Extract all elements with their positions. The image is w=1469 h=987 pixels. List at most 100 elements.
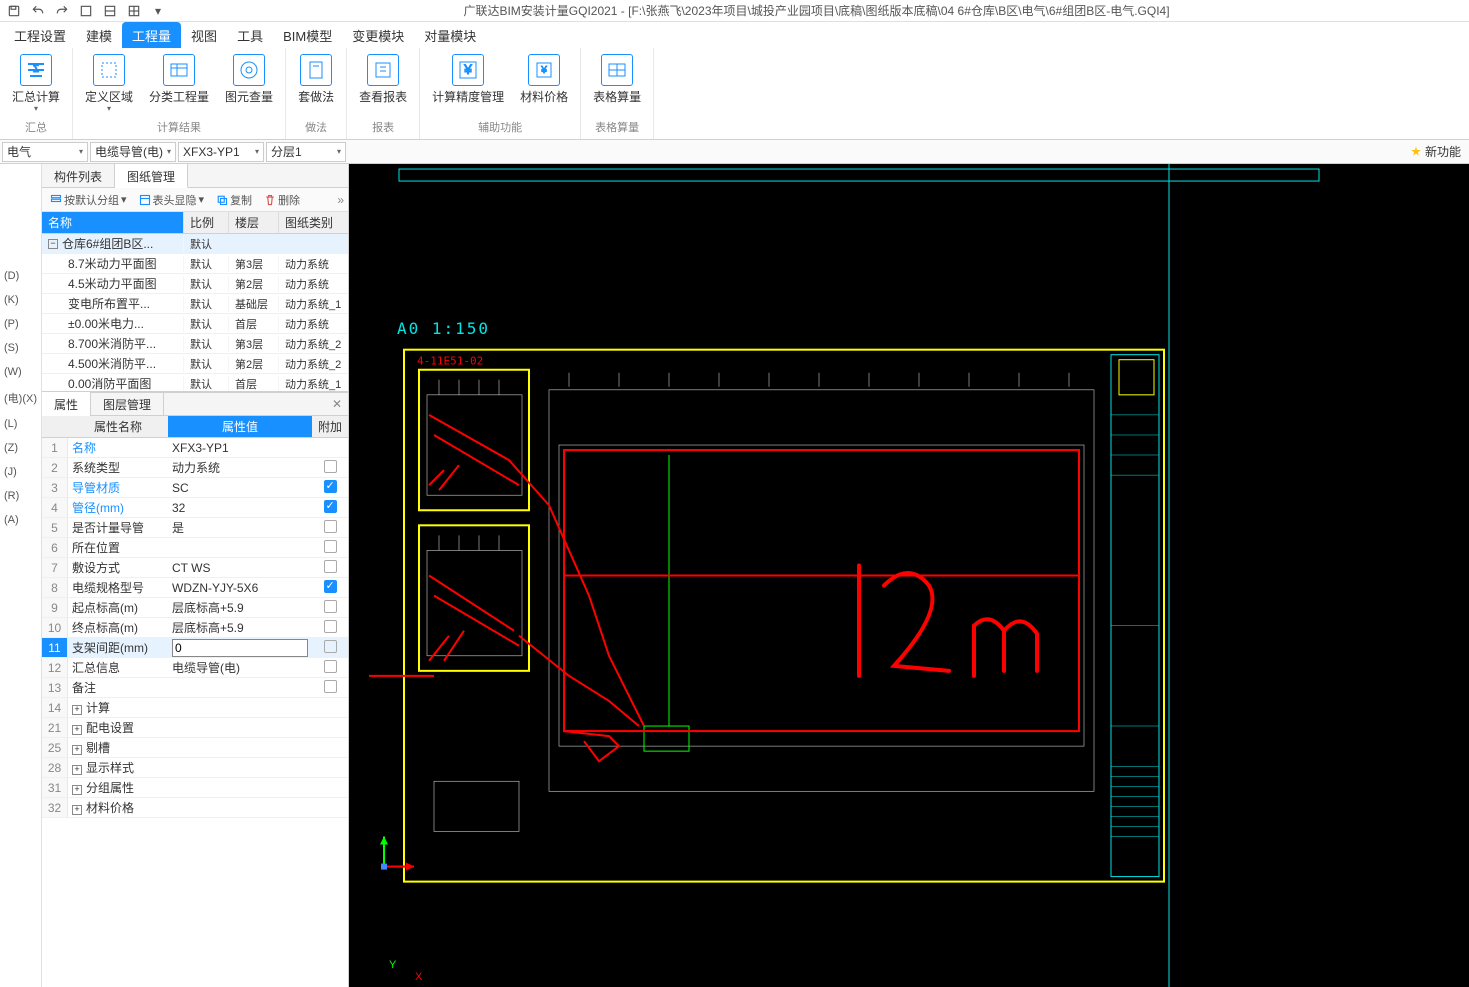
copy-button[interactable]: 复制 bbox=[212, 190, 256, 210]
header-toggle-button[interactable]: 表头显隐 ▾ bbox=[135, 190, 209, 210]
ribbon-表格算量[interactable]: 表格算量 bbox=[585, 50, 649, 108]
col-header-floor[interactable]: 楼层 bbox=[228, 212, 278, 233]
category-item[interactable]: (R) bbox=[0, 484, 41, 508]
property-row[interactable]: 32+材料价格 bbox=[42, 798, 348, 818]
attach-checkbox[interactable] bbox=[324, 680, 337, 693]
menu-tab-工具[interactable]: 工具 bbox=[227, 22, 273, 49]
expand-icon[interactable]: + bbox=[72, 785, 82, 795]
property-row[interactable]: 12汇总信息电缆导管(电) bbox=[42, 658, 348, 678]
property-row[interactable]: 4管径(mm)32 bbox=[42, 498, 348, 518]
undo-icon[interactable] bbox=[28, 2, 48, 20]
category-item[interactable]: (W) bbox=[0, 360, 41, 384]
qat-icon-1[interactable] bbox=[76, 2, 96, 20]
tab-layer-manage[interactable]: 图层管理 bbox=[91, 392, 164, 417]
property-row[interactable]: 3导管材质SC bbox=[42, 478, 348, 498]
collapse-icon[interactable]: − bbox=[48, 239, 58, 249]
drawing-row[interactable]: 变电所布置平...默认基础层动力系统_1 bbox=[42, 294, 348, 314]
col-header-scale[interactable]: 比例 bbox=[183, 212, 228, 233]
ribbon-图元查量[interactable]: 图元查量 bbox=[217, 50, 281, 108]
qat-dropdown-icon[interactable]: ▾ bbox=[148, 2, 168, 20]
menu-tab-建模[interactable]: 建模 bbox=[76, 22, 122, 49]
drawing-row[interactable]: 4.500米消防平...默认第2层动力系统_2 bbox=[42, 354, 348, 374]
property-row[interactable]: 11支架间距(mm) bbox=[42, 638, 348, 658]
property-row[interactable]: 5是否计量导管是 bbox=[42, 518, 348, 538]
drawing-row[interactable]: ±0.00米电力...默认首层动力系统 bbox=[42, 314, 348, 334]
ribbon-查看报表[interactable]: 查看报表 bbox=[351, 50, 415, 108]
category-item[interactable]: (K) bbox=[0, 288, 41, 312]
attach-checkbox[interactable] bbox=[324, 600, 337, 613]
attach-checkbox[interactable] bbox=[324, 580, 337, 593]
expand-icon[interactable]: + bbox=[72, 745, 82, 755]
expand-icon[interactable]: + bbox=[72, 705, 82, 715]
ribbon-分类工程量[interactable]: 分类工程量 bbox=[141, 50, 217, 108]
selector-discipline[interactable]: 电气▾ bbox=[2, 142, 88, 162]
col-header-propval[interactable]: 属性值 bbox=[168, 416, 312, 437]
menu-tab-视图[interactable]: 视图 bbox=[181, 22, 227, 49]
drawing-row[interactable]: −仓库6#组团B区...默认 bbox=[42, 234, 348, 254]
property-row[interactable]: 31+分组属性 bbox=[42, 778, 348, 798]
col-header-name[interactable]: 名称 bbox=[42, 212, 183, 233]
col-header-propadd[interactable]: 附加 bbox=[312, 418, 348, 435]
attach-checkbox[interactable] bbox=[324, 520, 337, 533]
ribbon-汇总计算[interactable]: Σ汇总计算▾ bbox=[4, 50, 68, 117]
selector-layer[interactable]: 分层1▾ bbox=[266, 142, 346, 162]
qat-icon-3[interactable] bbox=[124, 2, 144, 20]
expand-icon[interactable]: + bbox=[72, 805, 82, 815]
property-row[interactable]: 25+剔槽 bbox=[42, 738, 348, 758]
menu-tab-BIM模型[interactable]: BIM模型 bbox=[273, 22, 342, 49]
property-row[interactable]: 28+显示样式 bbox=[42, 758, 348, 778]
property-row[interactable]: 13备注 bbox=[42, 678, 348, 698]
ribbon-定义区域[interactable]: 定义区域▾ bbox=[77, 50, 141, 117]
category-item[interactable]: (D) bbox=[0, 264, 41, 288]
property-row[interactable]: 1名称XFX3-YP1 bbox=[42, 438, 348, 458]
category-item[interactable]: (Z) bbox=[0, 436, 41, 460]
category-item[interactable]: (J) bbox=[0, 460, 41, 484]
ribbon-计算精度管理[interactable]: ¥计算精度管理 bbox=[424, 50, 512, 108]
col-header-propname[interactable]: 属性名称 bbox=[68, 418, 168, 435]
qat-icon-2[interactable] bbox=[100, 2, 120, 20]
category-item[interactable]: (P) bbox=[0, 312, 41, 336]
menu-tab-对量模块[interactable]: 对量模块 bbox=[414, 22, 486, 49]
attach-checkbox[interactable] bbox=[324, 500, 337, 513]
property-row[interactable]: 7敷设方式CT WS bbox=[42, 558, 348, 578]
drawing-row[interactable]: 8.7米动力平面图默认第3层动力系统 bbox=[42, 254, 348, 274]
new-feature-button[interactable]: 新功能 bbox=[1405, 143, 1467, 160]
attach-checkbox[interactable] bbox=[324, 540, 337, 553]
attach-checkbox[interactable] bbox=[324, 560, 337, 573]
property-row[interactable]: 2系统类型动力系统 bbox=[42, 458, 348, 478]
close-icon[interactable]: ✕ bbox=[326, 397, 348, 411]
property-row[interactable]: 6所在位置 bbox=[42, 538, 348, 558]
drawing-row[interactable]: 4.5米动力平面图默认第2层动力系统 bbox=[42, 274, 348, 294]
drawing-row[interactable]: 8.700米消防平...默认第3层动力系统_2 bbox=[42, 334, 348, 354]
ribbon-套做法[interactable]: 套做法 bbox=[290, 50, 342, 108]
category-item[interactable]: (S) bbox=[0, 336, 41, 360]
category-item[interactable]: (A) bbox=[0, 508, 41, 532]
property-row[interactable]: 21+配电设置 bbox=[42, 718, 348, 738]
attach-checkbox[interactable] bbox=[324, 640, 337, 653]
cad-canvas[interactable]: A0 1:150 bbox=[349, 164, 1469, 987]
attach-checkbox[interactable] bbox=[324, 620, 337, 633]
property-row[interactable]: 9起点标高(m)层底标高+5.9 bbox=[42, 598, 348, 618]
more-icon[interactable]: » bbox=[337, 193, 344, 207]
expand-icon[interactable]: + bbox=[72, 725, 82, 735]
category-item[interactable]: (L) bbox=[0, 412, 41, 436]
menu-tab-变更模块[interactable]: 变更模块 bbox=[342, 22, 414, 49]
property-row[interactable]: 14+计算 bbox=[42, 698, 348, 718]
property-row[interactable]: 10终点标高(m)层底标高+5.9 bbox=[42, 618, 348, 638]
tab-properties[interactable]: 属性 bbox=[42, 392, 91, 418]
tab-component-list[interactable]: 构件列表 bbox=[42, 164, 115, 187]
selector-instance[interactable]: XFX3-YP1▾ bbox=[178, 142, 264, 162]
ribbon-材料价格[interactable]: ¥材料价格 bbox=[512, 50, 576, 108]
drawing-row[interactable]: 0.00消防平面图默认首层动力系统_1 bbox=[42, 374, 348, 392]
redo-icon[interactable] bbox=[52, 2, 72, 20]
selector-component[interactable]: 电缆导管(电)▾ bbox=[90, 142, 176, 162]
property-value-input[interactable] bbox=[172, 639, 308, 657]
attach-checkbox[interactable] bbox=[324, 460, 337, 473]
save-icon[interactable] bbox=[4, 2, 24, 20]
tab-drawing-manage[interactable]: 图纸管理 bbox=[115, 164, 188, 188]
col-header-type[interactable]: 图纸类别 bbox=[278, 212, 348, 233]
property-row[interactable]: 8电缆规格型号WDZN-YJY-5X6 bbox=[42, 578, 348, 598]
attach-checkbox[interactable] bbox=[324, 660, 337, 673]
attach-checkbox[interactable] bbox=[324, 480, 337, 493]
menu-tab-工程设置[interactable]: 工程设置 bbox=[4, 22, 76, 49]
